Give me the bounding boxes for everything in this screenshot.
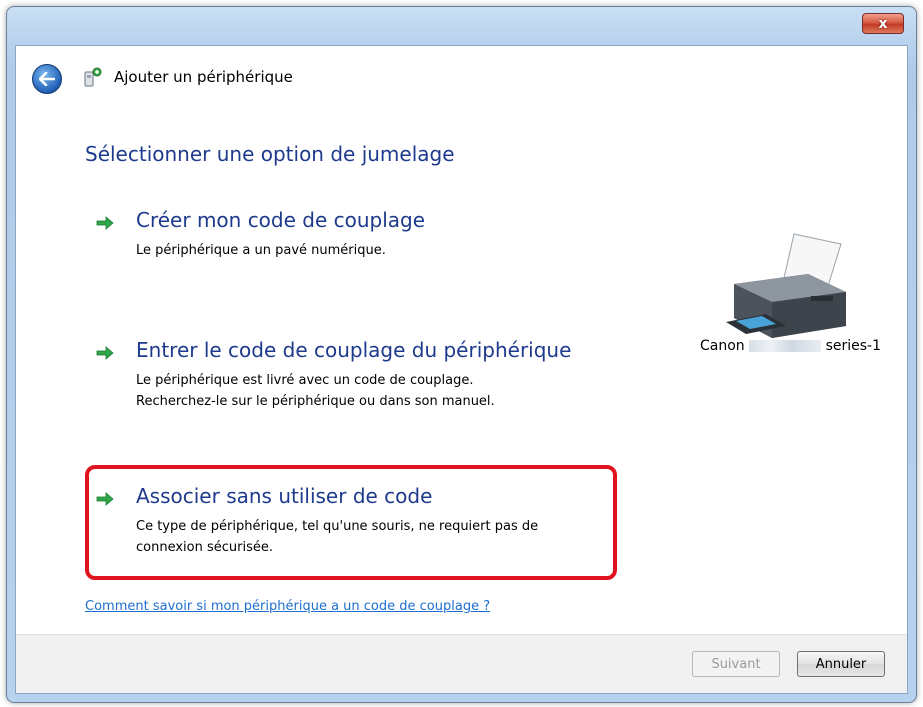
dialog-window: x Ajouter un périphérique Sélectionner u… <box>6 6 917 703</box>
add-device-icon <box>84 67 102 87</box>
close-icon: x <box>878 15 888 32</box>
option-title: Créer mon code de couplage <box>136 208 426 232</box>
option-title: Entrer le code de couplage du périphériq… <box>136 338 572 362</box>
green-arrow-icon <box>96 216 114 230</box>
green-arrow-icon <box>96 492 114 506</box>
next-button[interactable]: Suivant <box>692 651 780 677</box>
option-description: Ce type de périphérique, tel qu'une sour… <box>136 519 539 555</box>
dialog-footer: Suivant Annuler <box>16 634 907 693</box>
printer-icon <box>726 233 846 338</box>
option-pair-without-code[interactable]: Associer sans utiliser de code Ce type d… <box>96 484 616 564</box>
redacted-model <box>749 340 822 352</box>
cancel-button[interactable]: Annuler <box>797 651 885 677</box>
device-name: Canon series-1 <box>700 338 881 354</box>
dialog-content: Ajouter un périphérique Sélectionner une… <box>15 45 908 694</box>
option-description: Le périphérique est livré avec un code d… <box>136 373 495 409</box>
back-arrow-icon <box>39 72 55 86</box>
option-create-code[interactable]: Créer mon code de couplage Le périphériq… <box>96 208 616 268</box>
window-title: Ajouter un périphérique <box>114 68 293 86</box>
option-description: Le périphérique a un pavé numérique. <box>136 243 386 258</box>
option-enter-device-code[interactable]: Entrer le code de couplage du périphériq… <box>96 338 616 418</box>
close-button[interactable]: x <box>862 13 904 34</box>
page-heading: Sélectionner une option de jumelage <box>85 142 455 166</box>
green-arrow-icon <box>96 346 114 360</box>
back-button[interactable] <box>32 64 62 94</box>
option-title: Associer sans utiliser de code <box>136 484 433 508</box>
dialog-header: Ajouter un périphérique <box>16 46 907 94</box>
help-link[interactable]: Comment savoir si mon périphérique a un … <box>85 599 490 614</box>
